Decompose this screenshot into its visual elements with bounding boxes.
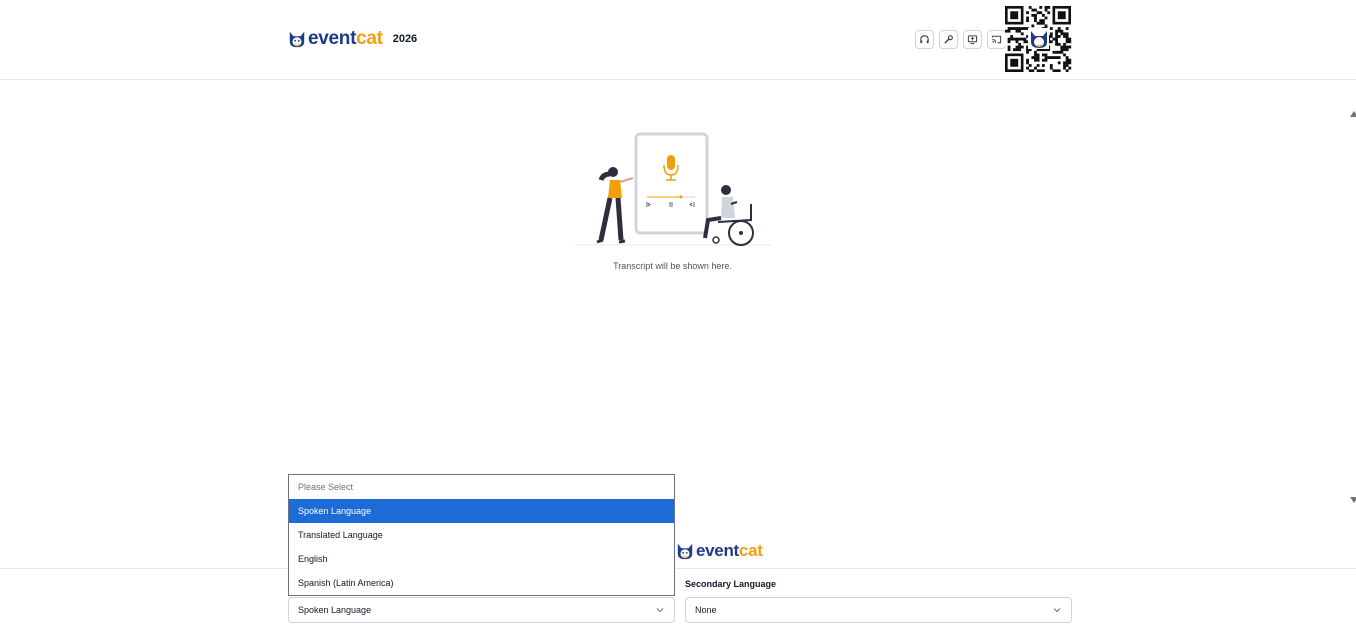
primary-language-select[interactable]: Spoken Language	[288, 597, 675, 623]
screen-share-button[interactable]	[963, 30, 982, 49]
dropdown-option[interactable]: English	[289, 547, 674, 571]
transcript-illustration	[575, 132, 771, 246]
primary-language-value: Spoken Language	[298, 605, 372, 615]
dropdown-option[interactable]: Spoken Language	[289, 499, 674, 523]
brand-year: 2026	[392, 33, 418, 45]
brand-logo[interactable]: eventcat 2026	[288, 28, 417, 50]
footer-brand-logo: eventcat	[676, 541, 763, 561]
headphones-button[interactable]	[915, 30, 934, 49]
cat-logo-icon	[677, 543, 693, 560]
dropdown-option[interactable]: Please Select	[289, 475, 674, 499]
scrollbar-up-arrow[interactable]	[1350, 111, 1356, 117]
cast-icon	[991, 35, 1002, 44]
header-toolbar	[915, 30, 1006, 49]
headphones-icon	[920, 35, 929, 44]
qr-code	[1005, 6, 1072, 72]
chevron-down-icon	[1053, 608, 1061, 613]
transcript-placeholder-text: Transcript will be shown here.	[613, 261, 732, 271]
secondary-language-label: Secondary Language	[685, 579, 777, 589]
chevron-down-icon	[656, 608, 664, 613]
settings-button[interactable]	[939, 30, 958, 49]
language-controls-bar	[0, 568, 1356, 630]
cat-logo-icon	[289, 31, 305, 48]
footer-brand-wordmark: eventcat	[696, 541, 763, 560]
brand-wordmark: eventcat	[308, 28, 383, 49]
cast-button[interactable]	[987, 30, 1006, 49]
secondary-language-value: None	[695, 605, 717, 615]
wrench-icon	[944, 35, 953, 44]
app-header: eventcat 2026	[0, 0, 1356, 80]
secondary-language-select[interactable]: None	[685, 597, 1072, 623]
primary-language-dropdown-list: Please Select Spoken Language Translated…	[288, 474, 675, 596]
dropdown-option[interactable]: Translated Language	[289, 523, 674, 547]
screen-share-icon	[967, 35, 978, 45]
dropdown-option[interactable]: Spanish (Latin America)	[289, 571, 674, 595]
scrollbar-down-arrow[interactable]	[1350, 497, 1356, 503]
